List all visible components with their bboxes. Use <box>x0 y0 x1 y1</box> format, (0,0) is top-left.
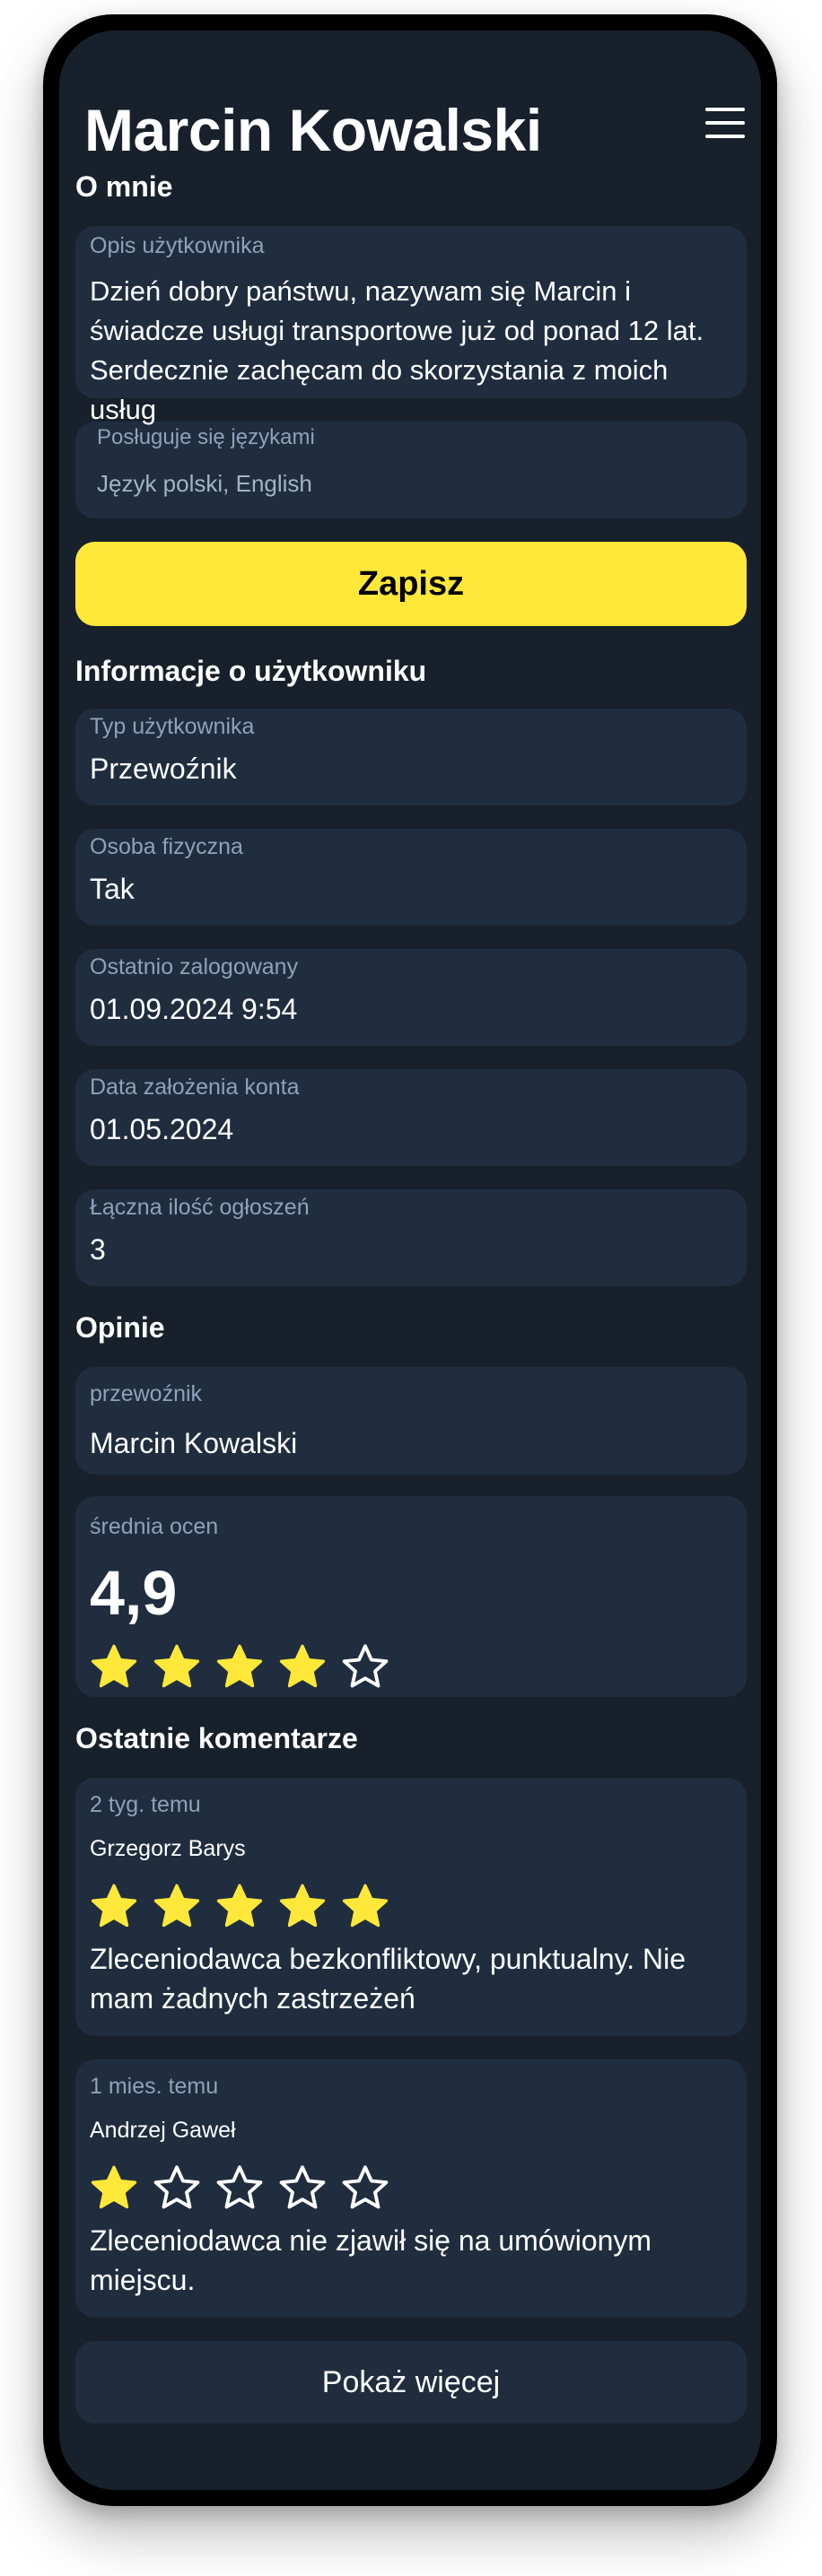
field-label: Łączna ilość ogłoszeń <box>90 1195 310 1220</box>
field-label: Typ użytkownika <box>90 714 255 739</box>
comment-stars <box>88 2162 732 2214</box>
info-field-user-type: Typ użytkownika Przewoźnik <box>75 709 747 805</box>
star-outline-icon <box>342 1644 389 1688</box>
info-section-title: Informacje o użytkowniku <box>75 655 427 687</box>
description-text[interactable]: Dzień dobry państwu, nazywam się Marcin … <box>90 272 732 430</box>
star-filled-icon <box>91 1644 137 1688</box>
average-value: 4,9 <box>90 1558 178 1628</box>
info-field-last-login: Ostatnio zalogowany 01.09.2024 9:54 <box>75 949 747 1046</box>
menu-line <box>705 135 745 138</box>
field-value: 01.09.2024 9:54 <box>90 993 298 1025</box>
star-outline-icon <box>153 2165 200 2209</box>
comment-date: 2 tyg. temu <box>90 1792 201 1817</box>
star-filled-icon <box>216 1884 263 1928</box>
field-value: Tak <box>90 873 135 905</box>
star-outline-icon <box>279 2165 326 2209</box>
profile-content: Marcin Kowalski O mnie Opis użytkownika … <box>75 30 747 2424</box>
star-filled-icon <box>153 1644 200 1688</box>
field-label: Data założenia konta <box>90 1075 300 1100</box>
comment-date: 1 mies. temu <box>90 2074 219 2099</box>
star-outline-icon <box>216 2165 263 2209</box>
recent-comments-title: Ostatnie komentarze <box>75 1722 358 1754</box>
info-field-natural-person: Osoba fizyczna Tak <box>75 829 747 926</box>
carrier-name: Marcin Kowalski <box>90 1427 298 1459</box>
field-label: Osoba fizyczna <box>90 834 243 859</box>
comment-card: 2 tyg. temu Grzegorz Barys Zleceniodawca… <box>75 1778 747 2036</box>
comment-stars <box>88 1880 732 1932</box>
comment-card: 1 mies. temu Andrzej Gaweł Zleceniodawca… <box>75 2059 747 2318</box>
star-filled-icon <box>279 1884 326 1928</box>
carrier-card: przewoźnik Marcin Kowalski <box>75 1367 747 1475</box>
star-filled-icon <box>342 1884 389 1928</box>
languages-label: Posługuje się językami <box>97 425 315 449</box>
carrier-label: przewoźnik <box>90 1381 203 1406</box>
description-label: Opis użytkownika <box>90 233 265 258</box>
star-filled-icon <box>91 1884 137 1928</box>
description-field[interactable]: Opis użytkownika Dzień dobry państwu, na… <box>75 226 747 425</box>
comment-author: Grzegorz Barys <box>90 1836 246 1861</box>
star-outline-icon <box>342 2165 389 2209</box>
show-more-button[interactable]: Pokaż więcej <box>75 2341 747 2424</box>
hamburger-menu-icon[interactable] <box>705 108 745 138</box>
languages-field[interactable]: Posługuje się językami Język polski, Eng… <box>75 422 747 518</box>
phone-frame: Marcin Kowalski O mnie Opis użytkownika … <box>43 14 777 2506</box>
field-label: Ostatnio zalogowany <box>90 954 299 979</box>
average-rating-card: średnia ocen 4,9 <box>75 1496 747 1697</box>
languages-value[interactable]: Język polski, English <box>97 472 732 495</box>
star-filled-icon <box>153 1884 200 1928</box>
header: Marcin Kowalski <box>75 30 747 178</box>
comment-text: Zleceniodawca nie zjawił się na umówiony… <box>90 2224 652 2296</box>
average-stars <box>88 1640 732 1693</box>
star-filled-icon <box>216 1644 263 1688</box>
info-field-account-created: Data założenia konta 01.05.2024 <box>75 1069 747 1166</box>
star-filled-icon <box>91 2165 137 2209</box>
comment-author: Andrzej Gaweł <box>90 2118 236 2143</box>
info-field-listings-count: Łączna ilość ogłoszeń 3 <box>75 1189 747 1286</box>
app-screen: Marcin Kowalski O mnie Opis użytkownika … <box>59 30 761 2490</box>
menu-line <box>705 121 745 125</box>
field-value: 3 <box>90 1233 106 1266</box>
comment-text: Zleceniodawca bezkonfliktowy, punktualny… <box>90 1943 686 2015</box>
reviews-section-title: Opinie <box>75 1311 165 1344</box>
menu-line <box>705 108 745 111</box>
field-value: 01.05.2024 <box>90 1113 234 1145</box>
average-label: średnia ocen <box>90 1514 219 1539</box>
save-button[interactable]: Zapisz <box>75 542 747 626</box>
star-filled-icon <box>279 1644 326 1688</box>
field-value: Przewoźnik <box>90 753 237 785</box>
page-title: Marcin Kowalski <box>84 97 542 163</box>
